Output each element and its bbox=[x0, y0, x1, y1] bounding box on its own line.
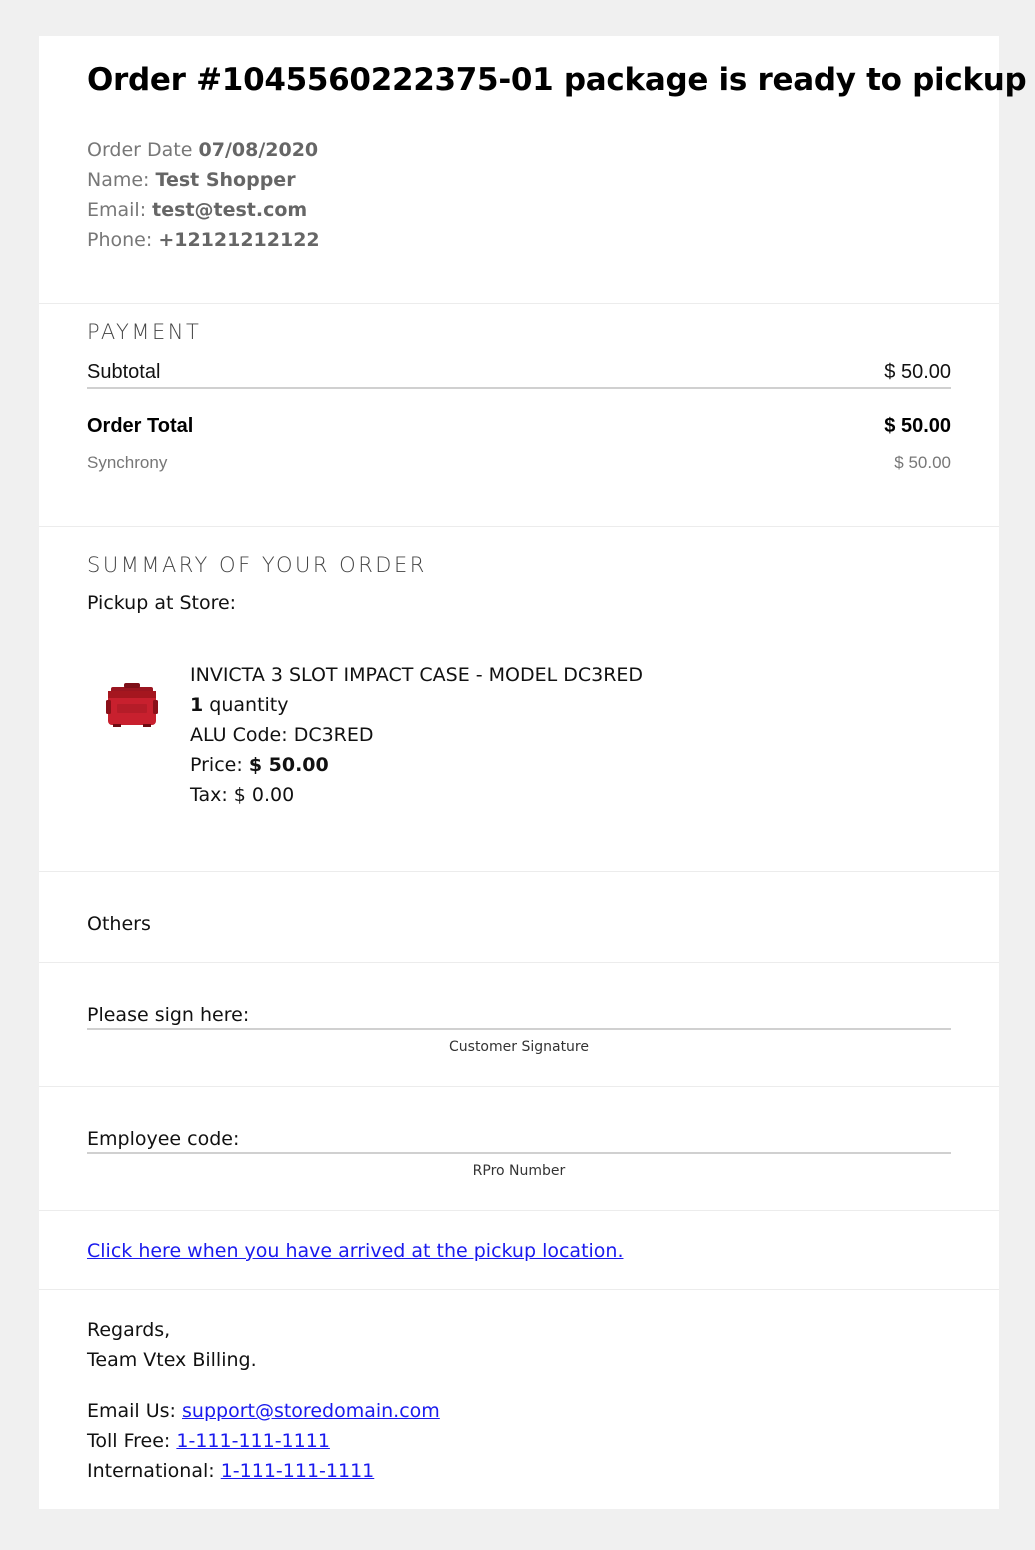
email-line: Email: test@test.com bbox=[87, 199, 307, 221]
toll-free-label: Toll Free: bbox=[87, 1430, 171, 1452]
payment-method-value: $ 50.00 bbox=[894, 453, 951, 472]
email-card: Order #1045560222375-01 package is ready… bbox=[39, 36, 1027, 1509]
item-tax-value: $ 0.00 bbox=[233, 784, 295, 806]
order-total-value: $ 50.00 bbox=[884, 415, 951, 437]
subtotal-label: Subtotal bbox=[87, 361, 161, 383]
item-price-value: $ 50.00 bbox=[248, 754, 329, 776]
item-quantity-number: 1 bbox=[190, 694, 204, 716]
item-tax-label: Tax: bbox=[190, 784, 228, 806]
signature-prompt: Please sign here: bbox=[87, 1004, 250, 1026]
order-date-value: 07/08/2020 bbox=[198, 139, 319, 161]
divider bbox=[39, 871, 999, 872]
subtotal-underline bbox=[87, 387, 951, 389]
item-tax: Tax: $ 0.00 bbox=[190, 784, 294, 806]
order-date-line: Order Date 07/08/2020 bbox=[87, 139, 318, 161]
email-value: test@test.com bbox=[152, 199, 308, 221]
item-alu-label: ALU Code: bbox=[190, 724, 288, 746]
email-us-label: Email Us: bbox=[87, 1400, 176, 1422]
support-email-link[interactable]: support@storedomain.com bbox=[182, 1400, 440, 1422]
item-name: INVICTA 3 SLOT IMPACT CASE - MODEL DC3RE… bbox=[190, 664, 644, 686]
international-link[interactable]: 1-111-111-1111 bbox=[221, 1460, 375, 1482]
regards-text: Regards, bbox=[87, 1319, 171, 1341]
divider bbox=[39, 1210, 999, 1211]
team-text: Team Vtex Billing. bbox=[87, 1349, 257, 1371]
item-price-label: Price: bbox=[190, 754, 243, 776]
name-value: Test Shopper bbox=[155, 169, 296, 191]
item-quantity-label: quantity bbox=[209, 694, 289, 716]
employee-code-line bbox=[87, 1152, 951, 1154]
arrival-link[interactable]: Click here when you have arrived at the … bbox=[87, 1240, 624, 1262]
payment-method-label: Synchrony bbox=[87, 453, 168, 472]
signature-line bbox=[87, 1028, 951, 1030]
toll-free-link[interactable]: 1-111-111-1111 bbox=[176, 1430, 330, 1452]
phone-value: +12121212122 bbox=[158, 229, 320, 251]
others-label: Others bbox=[87, 913, 151, 935]
divider bbox=[39, 526, 999, 527]
red-case-icon bbox=[105, 678, 159, 732]
item-quantity: 1 quantity bbox=[190, 694, 289, 716]
phone-label: Phone: bbox=[87, 229, 153, 251]
international-line: International: 1-111-111-1111 bbox=[87, 1460, 374, 1482]
toll-free-line: Toll Free: 1-111-111-1111 bbox=[87, 1430, 330, 1452]
email-label: Email: bbox=[87, 199, 147, 221]
signature-caption: Customer Signature bbox=[449, 1039, 589, 1055]
arrival-line: Click here when you have arrived at the … bbox=[87, 1240, 624, 1262]
pickup-label: Pickup at Store: bbox=[87, 592, 237, 614]
order-date-label: Order Date bbox=[87, 139, 193, 161]
item-alu-value: DC3RED bbox=[293, 724, 374, 746]
email-us-line: Email Us: support@storedomain.com bbox=[87, 1400, 440, 1422]
divider bbox=[39, 1086, 999, 1087]
item-price: Price: $ 50.00 bbox=[190, 754, 329, 776]
name-label: Name: bbox=[87, 169, 150, 191]
phone-line: Phone: +12121212122 bbox=[87, 229, 320, 251]
summary-heading: SUMMARY OF YOUR ORDER bbox=[87, 553, 427, 577]
order-total-label: Order Total bbox=[87, 415, 194, 437]
name-line: Name: Test Shopper bbox=[87, 169, 296, 191]
subtotal-value: $ 50.00 bbox=[884, 361, 951, 383]
item-alu: ALU Code: DC3RED bbox=[190, 724, 374, 746]
divider bbox=[39, 962, 999, 963]
divider bbox=[39, 1289, 999, 1290]
employee-code-caption: RPro Number bbox=[472, 1163, 566, 1179]
payment-heading: PAYMENT bbox=[87, 320, 202, 344]
page-title: Order #1045560222375-01 package is ready… bbox=[87, 62, 1027, 98]
divider bbox=[39, 303, 999, 304]
international-label: International: bbox=[87, 1460, 215, 1482]
employee-code-prompt: Employee code: bbox=[87, 1128, 240, 1150]
